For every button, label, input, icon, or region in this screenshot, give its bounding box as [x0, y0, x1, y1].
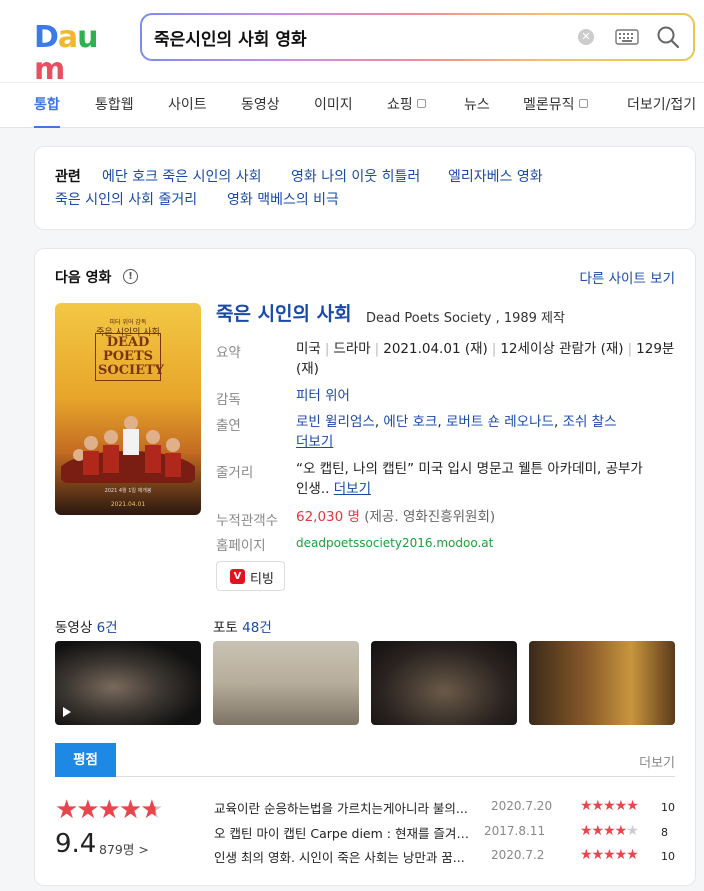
other-sites-link[interactable]: 다른 사이트 보기	[579, 267, 675, 287]
tab-integrated[interactable]: 통합	[34, 83, 60, 128]
rating-count-link[interactable]: 879명 >	[99, 839, 149, 858]
poster-date: 2021.04.01	[110, 501, 146, 508]
review-score: 8	[661, 826, 668, 839]
related-link[interactable]: 에단 호크 죽은 시인의 사회	[102, 166, 261, 186]
tab-more[interactable]: 더보기/접기	[627, 83, 696, 128]
related-title: 관련	[55, 169, 81, 185]
related-link[interactable]: 영화 나의 이웃 히틀러	[291, 166, 420, 186]
review-stars: ★★★★★	[580, 847, 639, 863]
tab-rating[interactable]: 평점	[55, 743, 116, 777]
cast-more-link[interactable]: 더보기	[296, 434, 333, 450]
movie-subtitle: Dead Poets Society , 1989 제작	[366, 311, 565, 326]
review-text[interactable]: 오 캡틴 마이 캡틴 Carpe diem : 현재를 즐겨라 ...	[214, 823, 479, 842]
clear-icon[interactable]: ✕	[578, 29, 594, 45]
header: Daum ✕	[0, 0, 704, 86]
cast-link[interactable]: 에단 호크	[383, 414, 437, 430]
video-label[interactable]: 동영상 6건	[55, 616, 118, 636]
director-link[interactable]: 피터 위어	[296, 388, 350, 404]
movie-poster[interactable]: 피터 위어 감독 죽은 시인의 사회 DEAD POETS SOCIETY 20…	[55, 303, 201, 515]
daum-logo[interactable]: Daum	[34, 22, 120, 86]
movie-title[interactable]: 죽은 시인의 사회	[216, 299, 352, 326]
photo-thumbnail[interactable]	[529, 641, 675, 725]
search-box: ✕	[140, 13, 695, 61]
review-score: 10	[661, 801, 675, 814]
tab-integrated-web[interactable]: 통합웹	[95, 83, 134, 128]
tab-melon-music[interactable]: 멜론뮤직	[523, 83, 588, 128]
info-icon[interactable]: !	[123, 269, 138, 284]
tab-video[interactable]: 동영상	[241, 83, 280, 128]
search-icon[interactable]	[656, 25, 680, 49]
photo-thumbnail[interactable]	[371, 641, 517, 725]
review-text[interactable]: 인생 최의 영화. 시인이 죽은 사회는 낭만과 꿈...	[214, 847, 488, 866]
label-cast: 출연	[216, 418, 241, 434]
section-title: 다음 영화	[55, 270, 112, 286]
label-summary: 요약	[216, 345, 241, 361]
related-searches: 관련 에단 호크 죽은 시인의 사회 영화 나의 이웃 히틀러 엘리자베스 영화…	[34, 146, 696, 230]
average-stars: ★★★★★	[55, 795, 164, 825]
label-plot: 줄거리	[216, 465, 254, 481]
external-link-icon	[578, 99, 588, 108]
related-link[interactable]: 영화 맥베스의 비극	[227, 189, 339, 209]
review-stars: ★★★★★	[580, 823, 639, 839]
review-stars: ★★★★★	[580, 798, 639, 814]
tab-shopping[interactable]: 쇼핑	[387, 83, 426, 128]
photo-thumbnail[interactable]	[213, 641, 359, 725]
tving-label: 티빙	[250, 572, 274, 587]
search-tabs: 통합 통합웹 사이트 동영상 이미지 쇼핑 뉴스 멜론뮤직 더보기/접기	[0, 82, 704, 128]
review-text[interactable]: 교육이란 순응하는법을 가르치는게아니라 불의...	[214, 798, 488, 817]
plot-more-link[interactable]: 더보기	[334, 481, 371, 497]
homepage-value: deadpoetssociety2016.modoo.at	[296, 533, 493, 553]
director-value: 피터 위어	[296, 386, 350, 406]
tab-site[interactable]: 사이트	[168, 83, 207, 128]
tving-button[interactable]: V 티빙	[216, 561, 285, 591]
label-homepage: 홈페이지	[216, 538, 266, 554]
video-thumbnail[interactable]	[55, 641, 201, 725]
plot-value: “오 캡틴, 나의 캡틴” 미국 입시 명문고 웰튼 아카데미, 공부가 인생..…	[296, 461, 643, 497]
related-link[interactable]: 죽은 시인의 사회 줄거리	[55, 189, 197, 209]
cast-link[interactable]: 로빈 윌리엄스	[296, 414, 375, 430]
related-link[interactable]: 엘리자베스 영화	[448, 166, 543, 186]
label-director: 감독	[216, 392, 241, 408]
poster-image	[61, 416, 195, 483]
homepage-link[interactable]: deadpoetssociety2016.modoo.at	[296, 536, 493, 550]
photo-label[interactable]: 포토 48건	[213, 616, 272, 636]
cast-link[interactable]: 로버트 숀 레오나드	[446, 414, 554, 430]
review-date: 2020.7.2	[491, 848, 545, 862]
label-audience: 누적관객수	[216, 513, 279, 529]
movie-card: 다음 영화 ! 다른 사이트 보기 피터 위어 감독 죽은 시인의 사회 DEA…	[34, 248, 696, 886]
audience-value: 62,030 명 (제공. 영화진흥위원회)	[296, 509, 496, 525]
poster-title: DEAD POETS SOCIETY	[95, 333, 164, 381]
review-score: 10	[661, 850, 675, 863]
review-tabbar: 평점 더보기	[55, 743, 675, 777]
tab-image[interactable]: 이미지	[314, 83, 353, 128]
search-input[interactable]	[154, 15, 574, 59]
review-more-link[interactable]: 더보기	[639, 752, 675, 771]
review-date: 2017.8.11	[484, 824, 546, 838]
summary-value: 미국 | 드라마 | 2021.04.01 (재) | 12세이상 관람가 (재) | 129분…	[296, 341, 675, 377]
tving-icon: V	[230, 569, 245, 584]
review-date: 2020.7.20	[491, 799, 553, 813]
keyboard-icon[interactable]	[615, 29, 639, 45]
cast-link[interactable]: 조쉬 찰스	[563, 414, 617, 430]
play-icon	[63, 707, 71, 717]
cast-value: 로빈 윌리엄스, 에단 호크, 로버트 숀 레오나드, 조쉬 찰스 더보기	[296, 414, 617, 450]
average-score: 9.4	[55, 829, 97, 859]
poster-footer: 2021 4월 1일 재개봉	[104, 488, 152, 494]
tab-news[interactable]: 뉴스	[464, 83, 490, 128]
external-link-icon	[416, 99, 426, 108]
